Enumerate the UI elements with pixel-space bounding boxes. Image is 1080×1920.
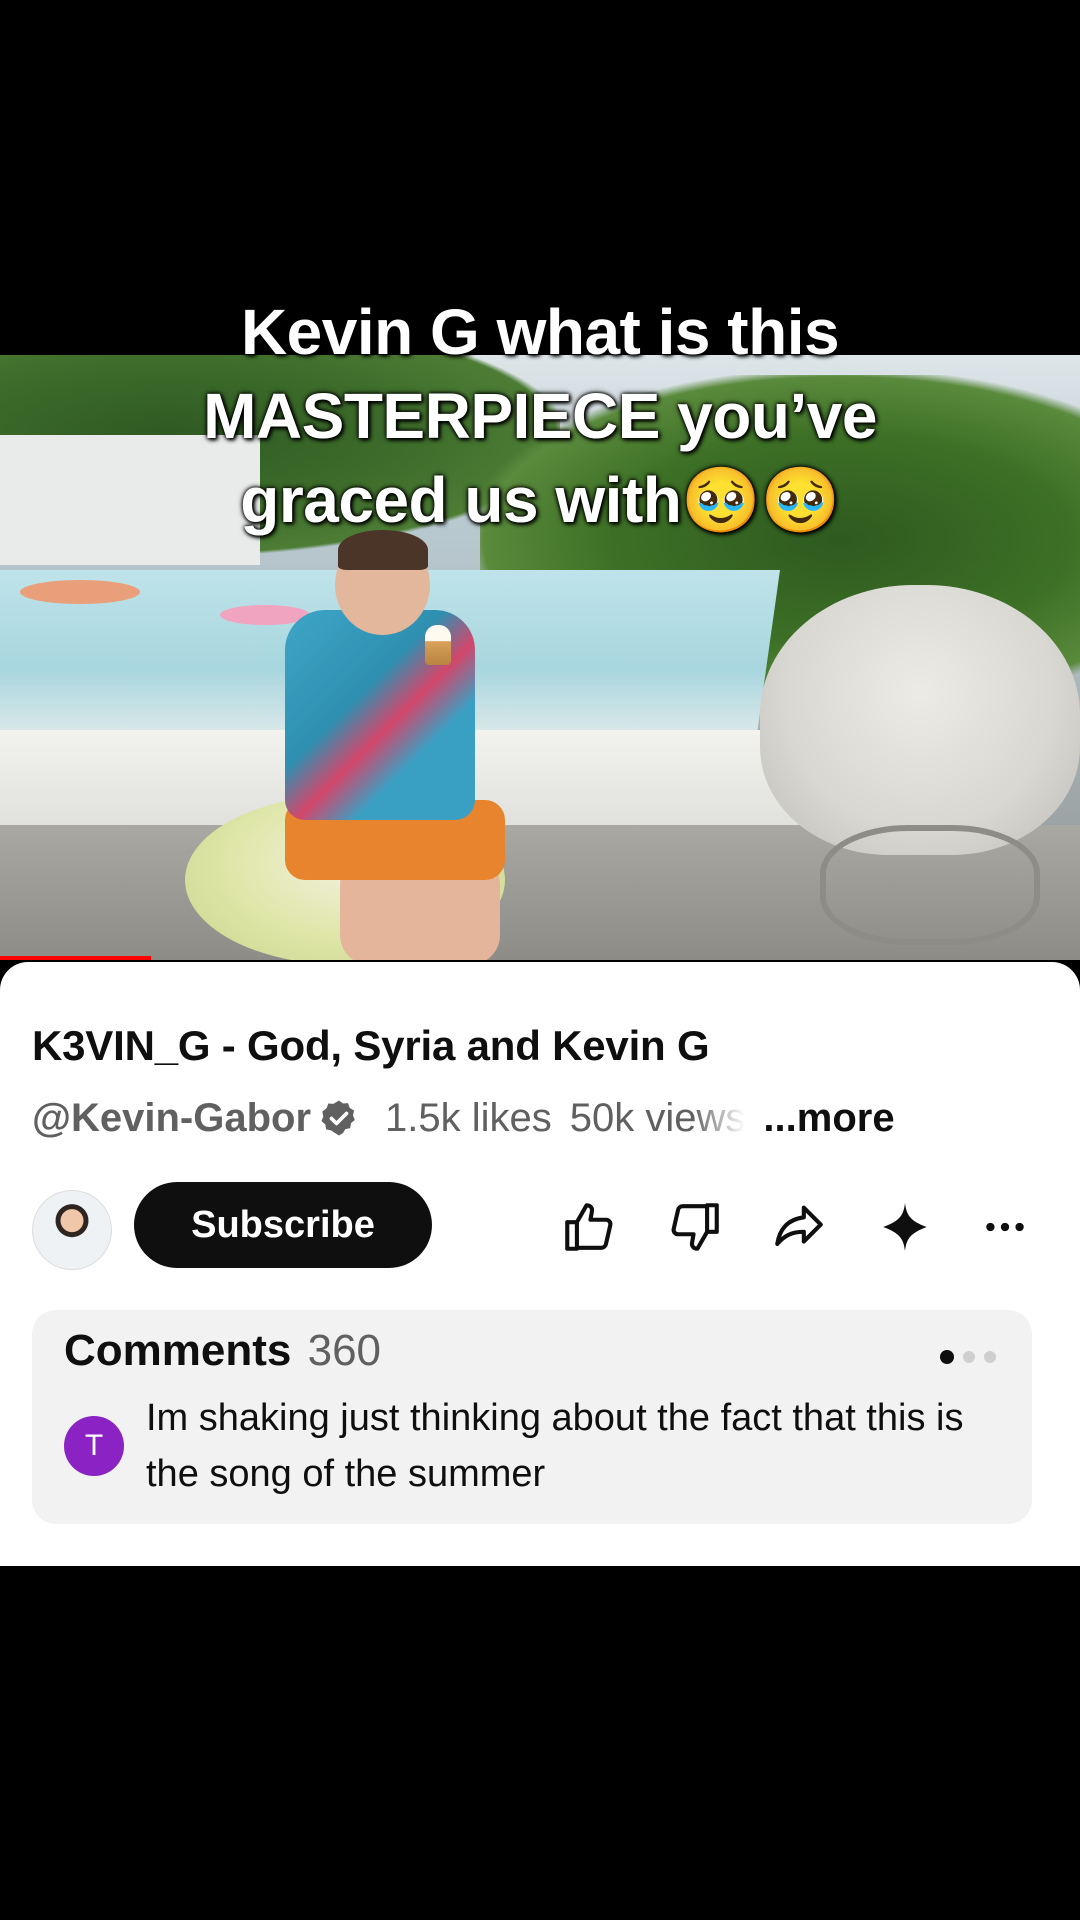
caption-line: MASTERPIECE you’ve: [203, 380, 877, 452]
share-icon[interactable]: [770, 1198, 828, 1256]
comments-header: Comments 360: [64, 1326, 381, 1376]
likes-count: 1.5k likes: [385, 1095, 552, 1140]
carousel-dots: [940, 1350, 996, 1364]
carousel-dot: [963, 1351, 975, 1363]
comments-panel[interactable]: Comments 360 T Im shaking just thinking …: [32, 1310, 1032, 1524]
sparkle-icon[interactable]: [876, 1198, 934, 1256]
more-options-icon[interactable]: [980, 1198, 1030, 1256]
like-icon[interactable]: [560, 1198, 618, 1256]
video-frame-chair-base: [820, 825, 1040, 945]
subscribe-button[interactable]: Subscribe: [134, 1182, 432, 1268]
video-frame-pool-float: [20, 580, 140, 604]
channel-avatar[interactable]: [32, 1190, 112, 1270]
commenter-avatar: T: [64, 1416, 124, 1476]
caption-line: graced us with🥹🥹: [240, 464, 840, 536]
overlay-caption: Kevin G what is this MASTERPIECE you’ve …: [0, 290, 1080, 542]
video-meta[interactable]: @Kevin-Gabor 1.5k likes 50k views ...mor…: [32, 1090, 895, 1146]
video-progress-bar[interactable]: [0, 956, 152, 960]
video-frame-chair: [760, 585, 1080, 855]
comments-label: Comments: [64, 1326, 292, 1375]
comment-preview-text: Im shaking just thinking about the fact …: [146, 1397, 964, 1495]
video-title[interactable]: K3VIN_G - God, Syria and Kevin G: [32, 1022, 710, 1070]
verified-badge-icon: [321, 1100, 355, 1136]
carousel-dot-active: [940, 1350, 954, 1364]
carousel-dot: [984, 1351, 996, 1363]
caption-line: Kevin G what is this: [240, 296, 840, 368]
video-info-card: K3VIN_G - God, Syria and Kevin G @Kevin-…: [0, 962, 1080, 1566]
more-link[interactable]: ...more: [763, 1096, 894, 1141]
dislike-icon[interactable]: [666, 1198, 724, 1256]
channel-handle[interactable]: @Kevin-Gabor: [32, 1096, 311, 1141]
video-frame-icecream: [425, 625, 451, 665]
action-bar: Subscribe: [0, 1182, 1080, 1282]
comments-count: 360: [307, 1326, 382, 1375]
views-count: 50k views: [569, 1095, 746, 1140]
